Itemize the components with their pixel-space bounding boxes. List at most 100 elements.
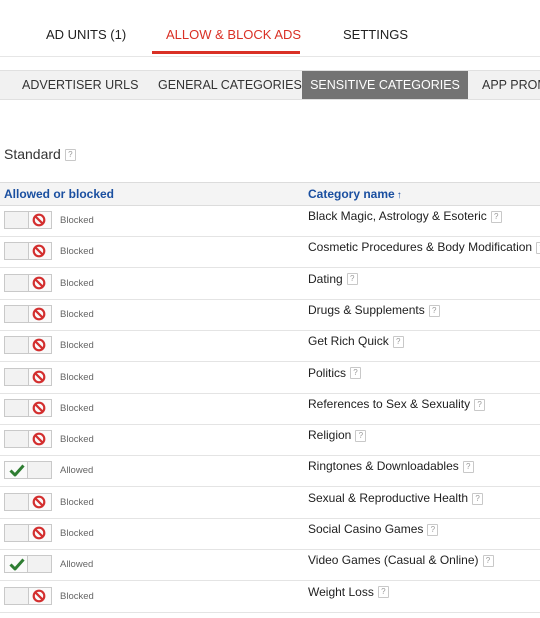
category-name: Sexual & Reproductive Health? xyxy=(308,490,484,505)
blocked-icon xyxy=(32,495,46,509)
blocked-icon xyxy=(32,370,46,383)
category-name: Ringtones & Downloadables? xyxy=(308,459,474,473)
help-icon[interactable]: ? xyxy=(350,367,362,380)
status-label: Blocked xyxy=(60,308,94,320)
tab-ad-units[interactable]: AD UNITS (1) xyxy=(46,27,126,42)
help-icon[interactable]: ? xyxy=(482,555,494,568)
help-icon[interactable]: ? xyxy=(427,523,439,536)
allow-block-toggle[interactable] xyxy=(4,367,52,386)
tab-general-categories[interactable]: GENERAL CATEGORIES xyxy=(158,71,302,99)
help-icon[interactable]: ? xyxy=(490,210,502,223)
category-name-text: Get Rich Quick xyxy=(308,334,389,349)
blocked-icon xyxy=(28,588,50,604)
status-label: Blocked xyxy=(60,215,94,226)
allow-block-toggle[interactable] xyxy=(4,273,52,292)
blocked-icon xyxy=(28,337,50,353)
status-label: Blocked xyxy=(60,246,94,258)
tab-app-promotion[interactable]: APP PROM xyxy=(482,71,540,99)
table-row: Allowed Video Games (Casual & Online)? xyxy=(0,549,540,582)
table-row: Blocked Get Rich Quick? xyxy=(0,330,540,363)
blocked-icon xyxy=(28,369,50,385)
checkmark-icon xyxy=(9,464,25,477)
table-row: Blocked Sexual & Reproductive Health? xyxy=(0,487,540,519)
allow-block-toggle[interactable] xyxy=(4,304,52,323)
category-name-text: Ringtones & Downloadables xyxy=(308,459,459,474)
help-icon[interactable]: ? xyxy=(355,429,367,442)
allow-block-toggle[interactable] xyxy=(4,524,52,542)
blocked-icon xyxy=(32,244,46,258)
status-label: Blocked xyxy=(60,340,94,352)
category-name: References to Sex & Sexuality? xyxy=(308,397,486,411)
section-title: Standard? xyxy=(4,146,76,162)
table-row: Allowed Ringtones & Downloadables? xyxy=(0,455,540,488)
blocked-icon xyxy=(28,306,50,322)
allow-block-toggle[interactable] xyxy=(4,555,52,574)
column-header-status[interactable]: Allowed or blocked xyxy=(4,187,114,201)
allow-block-toggle[interactable] xyxy=(4,398,52,417)
help-icon[interactable]: ? xyxy=(472,492,484,505)
help-icon[interactable]: ? xyxy=(64,149,76,162)
category-name: Black Magic, Astrology & Esoteric? xyxy=(308,209,502,223)
status-label: Blocked xyxy=(60,528,94,539)
category-name-text: Religion xyxy=(308,428,352,443)
table-row: Blocked References to Sex & Sexuality? xyxy=(0,393,540,425)
category-name-text: Cosmetic Procedures & Body Modification xyxy=(308,240,533,255)
category-name: Drugs & Supplements? xyxy=(308,303,440,317)
checkmark-icon xyxy=(6,556,28,572)
category-name-text: Sexual & Reproductive Health xyxy=(308,490,469,505)
table-row: Blocked Politics? xyxy=(0,362,540,394)
help-icon[interactable]: ? xyxy=(428,304,440,317)
category-name-text: Black Magic, Astrology & Esoteric xyxy=(308,209,487,223)
blocked-icon xyxy=(32,307,46,321)
status-label: Blocked xyxy=(60,277,94,289)
allow-block-toggle[interactable] xyxy=(4,430,52,449)
status-label: Blocked xyxy=(60,590,94,602)
help-icon[interactable]: ? xyxy=(474,398,486,411)
category-name: Dating? xyxy=(308,272,358,286)
table-row: Blocked Drugs & Supplements? xyxy=(0,299,540,331)
help-icon[interactable]: ? xyxy=(536,242,540,255)
blocked-icon xyxy=(28,525,50,541)
sort-ascending-icon: ↑ xyxy=(396,190,402,201)
blocked-icon xyxy=(28,494,50,510)
sub-tab-bar: ADVERTISER URLS GENERAL CATEGORIES SENSI… xyxy=(0,70,540,100)
help-icon[interactable]: ? xyxy=(462,461,474,474)
blocked-icon xyxy=(28,275,50,291)
status-label: Allowed xyxy=(60,465,94,477)
help-icon[interactable]: ? xyxy=(392,336,404,349)
tab-settings[interactable]: SETTINGS xyxy=(343,27,408,42)
category-name-text: Social Casino Games xyxy=(308,522,424,536)
status-label: Blocked xyxy=(60,434,94,446)
help-icon[interactable]: ? xyxy=(346,273,358,286)
tab-allow-block-ads[interactable]: ALLOW & BLOCK ADS xyxy=(166,27,301,42)
category-name-text: Dating xyxy=(308,271,343,286)
category-name-text: Video Games (Casual & Online) xyxy=(308,553,479,568)
blocked-icon xyxy=(32,338,46,352)
table-row: Blocked Black Magic, Astrology & Esoteric… xyxy=(0,205,540,237)
allow-block-toggle[interactable] xyxy=(4,242,52,261)
allow-block-toggle[interactable] xyxy=(4,586,52,605)
category-name: Cosmetic Procedures & Body Modification? xyxy=(308,240,540,254)
section-title-text: Standard xyxy=(4,146,61,162)
allow-block-toggle[interactable] xyxy=(4,336,52,355)
category-name-text: Drugs & Supplements xyxy=(308,302,425,317)
allow-block-toggle[interactable] xyxy=(4,492,52,511)
category-name: Weight Loss? xyxy=(308,585,389,599)
tab-advertiser-urls[interactable]: ADVERTISER URLS xyxy=(22,71,138,99)
category-name-text: Weight Loss xyxy=(308,584,374,599)
blocked-icon xyxy=(32,401,46,415)
column-header-category[interactable]: Category name ↑ xyxy=(308,187,402,201)
status-label: Blocked xyxy=(60,371,94,383)
table-row: Blocked Dating? xyxy=(0,268,540,300)
checkmark-icon xyxy=(9,558,25,571)
blocked-icon xyxy=(32,276,46,289)
tab-sensitive-categories[interactable]: SENSITIVE CATEGORIES xyxy=(302,71,468,99)
allow-block-toggle[interactable] xyxy=(4,211,52,229)
blocked-icon xyxy=(28,212,50,228)
help-icon[interactable]: ? xyxy=(377,586,389,599)
table-header: Allowed or blocked Category name ↑ xyxy=(0,182,540,206)
blocked-icon xyxy=(32,589,46,602)
allow-block-toggle[interactable] xyxy=(4,461,52,480)
table-row: Blocked Religion? xyxy=(0,424,540,457)
category-name: Social Casino Games? xyxy=(308,522,439,536)
